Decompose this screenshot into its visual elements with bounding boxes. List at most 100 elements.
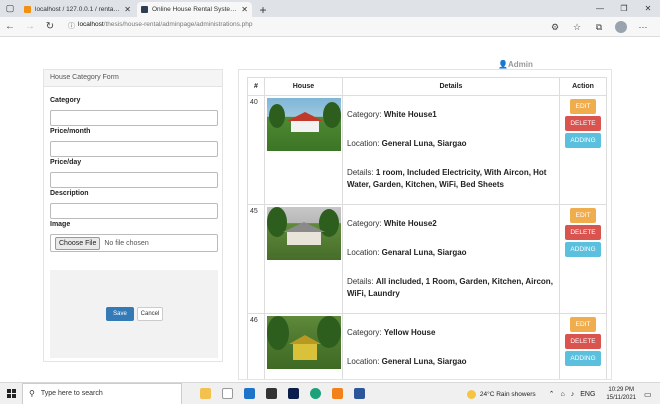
refresh-icon[interactable]: ↻	[40, 17, 60, 37]
table-header-row: # House Details Action	[247, 77, 607, 96]
clock-time: 10:29 PM	[608, 387, 635, 393]
image-label: Image	[50, 221, 71, 228]
back-icon[interactable]: ←	[0, 17, 20, 37]
new-tab-button[interactable]: +	[254, 2, 272, 17]
house-table-panel: # House Details Action 40 Category: Whit…	[238, 69, 612, 380]
window-controls: — ❐ ✕	[588, 0, 660, 17]
delete-button[interactable]: DELETE	[565, 116, 602, 131]
close-window-icon[interactable]: ✕	[636, 0, 660, 17]
windows-start-icon[interactable]	[0, 383, 22, 404]
forward-icon[interactable]: →	[20, 17, 40, 37]
url-field[interactable]: localhost/thesis/house-rental/adminpage/…	[78, 21, 253, 28]
toolbar-right: ⚙ ☆ ⧉ ⋯	[544, 19, 654, 35]
row-id: 40	[247, 95, 265, 205]
taskbar-clock[interactable]: 10:29 PM 15/11/2021	[606, 386, 636, 402]
search-placeholder: Type here to search	[40, 390, 103, 397]
admin-label[interactable]: 👤Admin	[498, 60, 533, 69]
choose-file-button[interactable]: Choose File	[55, 236, 101, 250]
house-category-form: House Category Form Category Price/month…	[43, 69, 223, 362]
description-label: Description	[50, 190, 89, 197]
info-icon[interactable]: ⓘ	[68, 21, 75, 31]
edit-button[interactable]: EDIT	[570, 99, 597, 114]
category-text: Category: White House2	[346, 219, 437, 228]
close-icon[interactable]: ✕	[124, 5, 131, 14]
browser-tab-bar: ▢ localhost / 127.0.0.1 / rental / ch ✕ …	[0, 0, 660, 17]
address-bar: ← → ↻ ⓘ localhost/thesis/house-rental/ad…	[0, 17, 660, 37]
adding-button[interactable]: ADDING	[565, 133, 602, 148]
tab-title: localhost / 127.0.0.1 / rental / ch	[35, 6, 122, 13]
store-icon[interactable]	[260, 383, 282, 404]
edit-button[interactable]: EDIT	[570, 317, 597, 332]
file-explorer-icon[interactable]	[194, 383, 216, 404]
notifications-icon[interactable]: ▭	[644, 390, 656, 399]
details-text: Details: 1 room, Included Electricity, W…	[346, 168, 547, 189]
location-text: Location: Genaral Luna, Siargao	[346, 248, 467, 257]
table-row: 40 Category: White House1 Location: Gene…	[247, 95, 607, 205]
adding-button[interactable]: ADDING	[565, 242, 602, 257]
browser-tab-phpmyadmin[interactable]: localhost / 127.0.0.1 / rental / ch ✕	[20, 2, 135, 17]
price-day-label: Price/day	[50, 159, 82, 166]
maximize-icon[interactable]: ❐	[612, 0, 636, 17]
weather-widget[interactable]: 24°C Rain showers	[466, 389, 536, 399]
category-text: Category: Yellow House	[346, 328, 436, 337]
delete-button[interactable]: DELETE	[565, 334, 602, 349]
table-row: 46 Category: Yellow House Location: Gene…	[247, 313, 607, 379]
save-button[interactable]: Save	[106, 307, 134, 321]
profile-avatar[interactable]	[615, 21, 627, 33]
url-path: /thesis/house-rental/adminpage/administr…	[103, 21, 253, 28]
category-label: Category	[50, 97, 81, 104]
url-host: localhost	[78, 21, 104, 28]
language-indicator[interactable]: ENG	[580, 391, 595, 398]
tab-actions-icon[interactable]: ▢	[0, 0, 20, 17]
weather-text: 24°C Rain showers	[479, 390, 536, 398]
site-permissions-icon[interactable]: ⚙	[544, 19, 566, 35]
weather-icon	[466, 389, 476, 399]
form-footer: Save Cancel	[50, 270, 218, 358]
house-photo	[266, 316, 341, 369]
minimize-icon[interactable]: —	[588, 0, 612, 17]
form-heading: House Category Form	[44, 70, 222, 87]
cancel-button[interactable]: Cancel	[137, 307, 163, 321]
page-content: 👤Admin House Category Form Category Pric…	[0, 38, 660, 380]
row-id: 45	[247, 204, 265, 314]
house-table: # House Details Action 40 Category: Whit…	[247, 77, 607, 379]
favorites-icon[interactable]: ☆	[566, 19, 588, 35]
delete-button[interactable]: DELETE	[565, 225, 602, 240]
more-icon[interactable]: ⋯	[632, 19, 654, 35]
word-icon[interactable]	[348, 383, 370, 404]
house-photo	[266, 98, 341, 151]
description-input[interactable]	[50, 203, 218, 219]
col-num-header: #	[247, 77, 265, 96]
adding-button[interactable]: ADDING	[565, 351, 602, 366]
close-icon[interactable]: ✕	[241, 5, 248, 14]
xampp-icon[interactable]	[326, 383, 348, 404]
col-action-header: Action	[559, 77, 607, 96]
table-row: 45 Category: White House2 Location: Gena…	[247, 204, 607, 314]
volume-icon[interactable]: ♪	[571, 391, 575, 398]
price-day-input[interactable]	[50, 172, 218, 188]
category-text: Category: White House1	[346, 110, 437, 119]
windows-taskbar: ⚲ Type here to search 24°C Rain showers …	[0, 382, 660, 404]
image-file-input[interactable]: Choose File No file chosen	[50, 234, 218, 252]
chevron-up-icon[interactable]: ⌃	[549, 390, 555, 398]
mail-icon[interactable]	[238, 383, 260, 404]
photoshop-icon[interactable]	[282, 383, 304, 404]
collections-icon[interactable]: ⧉	[588, 19, 610, 35]
col-details-header: Details	[341, 77, 561, 96]
col-house-header: House	[263, 77, 343, 96]
location-text: Location: General Luna, Siargao	[346, 357, 467, 366]
clock-date: 15/11/2021	[606, 395, 636, 401]
house-photo	[266, 207, 341, 260]
notes-app-icon[interactable]	[216, 383, 238, 404]
edge-browser-icon[interactable]	[304, 383, 326, 404]
edit-button[interactable]: EDIT	[570, 208, 597, 223]
tab-title: Online House Rental System for	[152, 6, 239, 13]
file-status: No file chosen	[104, 239, 149, 247]
row-id: 46	[247, 313, 265, 379]
taskbar-search[interactable]: ⚲ Type here to search	[22, 382, 182, 404]
price-month-input[interactable]	[50, 141, 218, 157]
browser-tab-house-rental[interactable]: Online House Rental System for ✕	[137, 2, 252, 17]
network-icon[interactable]: ⌂	[561, 391, 565, 398]
category-input[interactable]	[50, 110, 218, 126]
details-text: Details: All included, 1 Room, Garden, K…	[346, 277, 553, 298]
